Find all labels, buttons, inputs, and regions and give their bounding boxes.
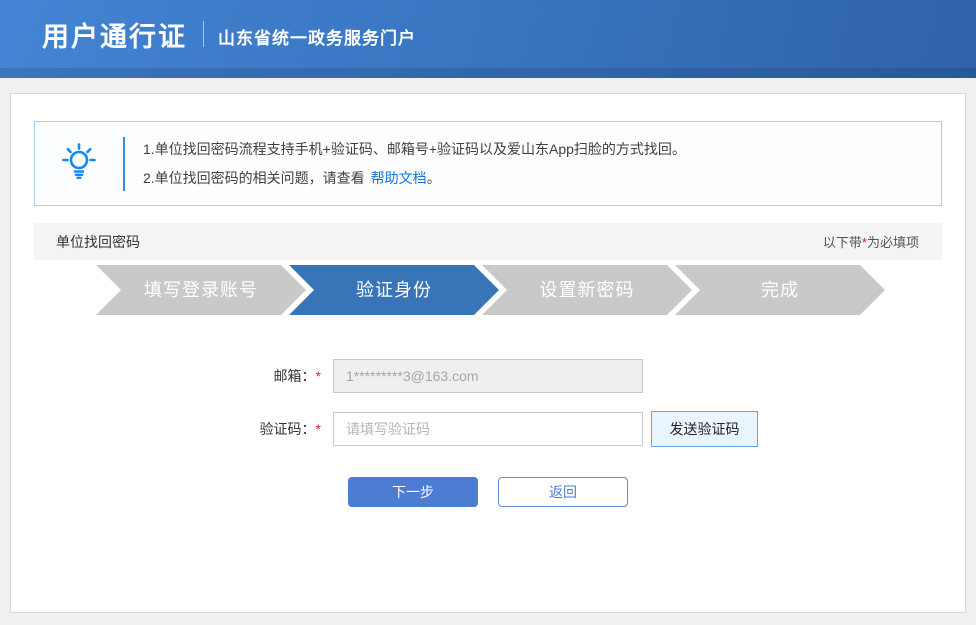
- next-step-button[interactable]: 下一步: [348, 477, 478, 507]
- email-label: 邮箱：*: [273, 368, 321, 384]
- send-code-button[interactable]: 发送验证码: [651, 411, 758, 447]
- content-card: 1.单位找回密码流程支持手机+验证码、邮箱号+验证码以及爱山东App扫脸的方式找…: [10, 93, 966, 613]
- recovery-form: 邮箱：* 验证码：* 发送验证码 下一步 返回: [11, 359, 965, 507]
- step-complete: 完成: [675, 265, 885, 315]
- tip-text: 1.单位找回密码流程支持手机+验证码、邮箱号+验证码以及爱山东App扫脸的方式找…: [125, 135, 686, 193]
- step-fill-account: 填写登录账号: [96, 265, 306, 315]
- page-header: 用户通行证 山东省统一政务服务门户: [0, 0, 976, 78]
- lightbulb-icon: [35, 142, 123, 185]
- section-title: 单位找回密码: [56, 233, 140, 250]
- code-input[interactable]: [333, 412, 643, 446]
- portal-title: 用户通行证: [42, 21, 187, 52]
- step-wizard: 填写登录账号 验证身份 设置新密码 完成: [96, 265, 965, 315]
- title-divider: [203, 21, 204, 47]
- section-bar: 单位找回密码 以下带*为必填项: [34, 223, 942, 260]
- required-note: 以下带*为必填项: [822, 235, 919, 250]
- tip-line-2: 2.单位找回密码的相关问题，请查看 帮助文档。: [143, 169, 441, 186]
- step-verify-identity: 验证身份: [289, 265, 499, 315]
- action-buttons: 下一步 返回: [348, 477, 965, 507]
- code-row: 验证码：* 发送验证码: [11, 411, 965, 447]
- tip-box: 1.单位找回密码流程支持手机+验证码、邮箱号+验证码以及爱山东App扫脸的方式找…: [34, 121, 942, 206]
- portal-subtitle: 山东省统一政务服务门户: [218, 28, 416, 48]
- help-doc-link[interactable]: 帮助文档: [371, 170, 427, 186]
- tip-line-1: 1.单位找回密码流程支持手机+验证码、邮箱号+验证码以及爱山东App扫脸的方式找…: [143, 140, 686, 157]
- back-button[interactable]: 返回: [498, 477, 628, 507]
- code-required-star: *: [315, 421, 321, 437]
- code-label: 验证码：*: [259, 421, 321, 437]
- email-row: 邮箱：*: [11, 359, 965, 393]
- email-required-star: *: [315, 368, 321, 384]
- step-set-new-password: 设置新密码: [482, 265, 692, 315]
- email-field: [333, 359, 643, 393]
- header-bottom-strip: [0, 68, 976, 78]
